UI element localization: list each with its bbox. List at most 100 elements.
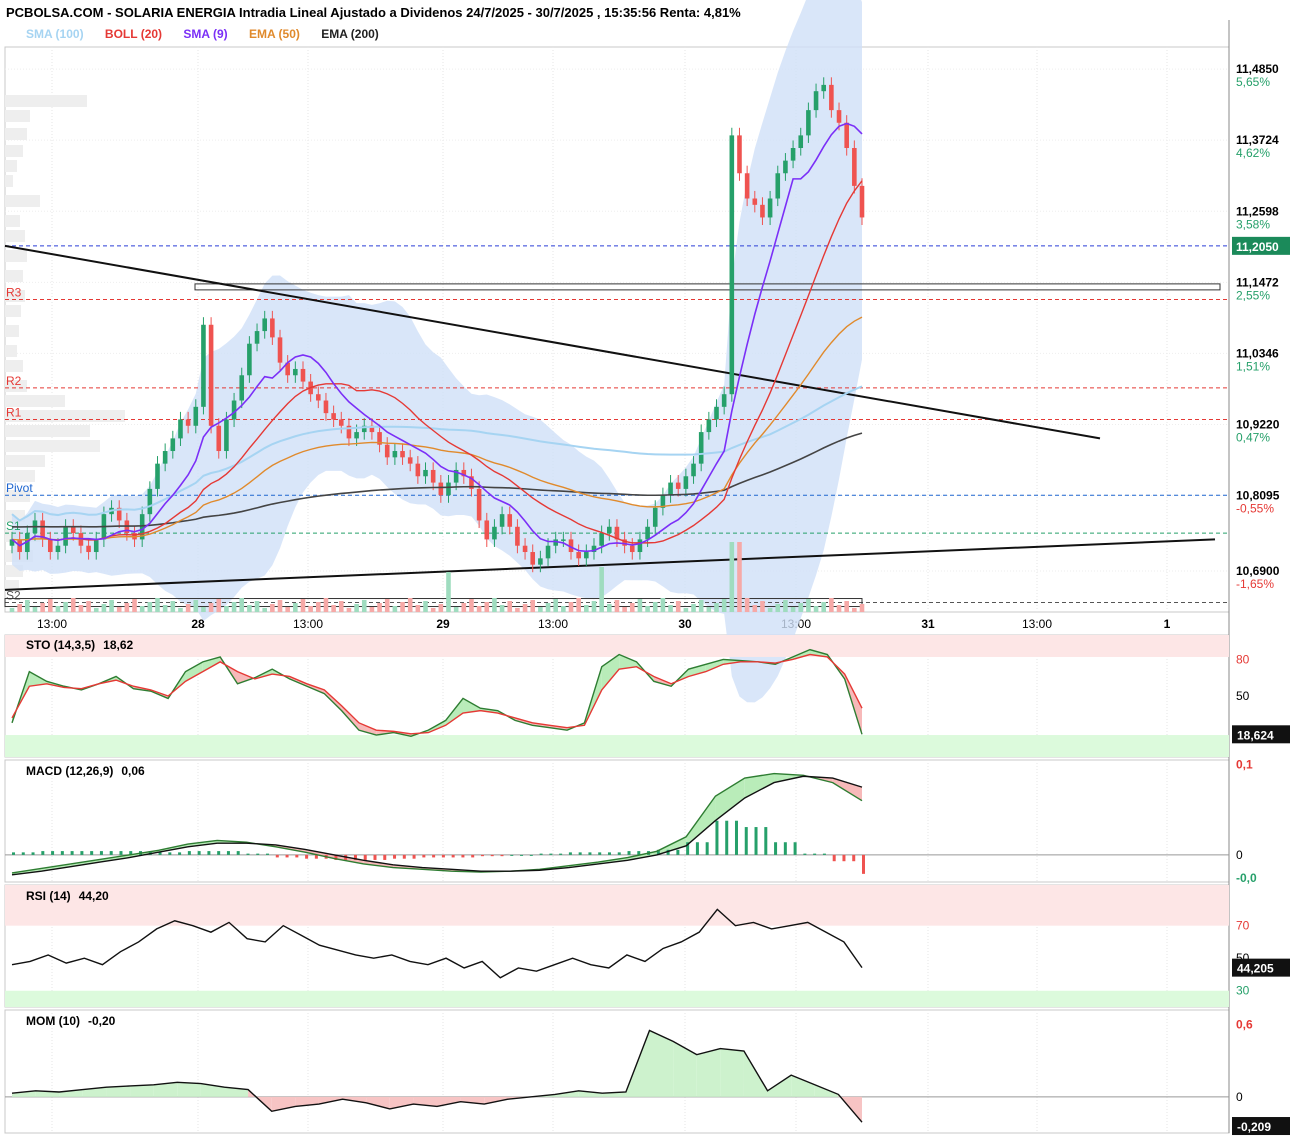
rsi-tick-70: 70 <box>1236 919 1250 933</box>
macd-histogram-bar <box>695 842 699 855</box>
sto-last-value: 18,624 <box>1237 728 1274 742</box>
mom-fill-segment <box>767 1075 792 1097</box>
candle-body <box>783 160 788 174</box>
macd-histogram-bar <box>627 851 631 855</box>
volume-bar <box>744 598 750 612</box>
sto-panel-title: STO (14,3,5) 18,62 <box>26 638 133 652</box>
candle-body <box>70 526 76 534</box>
volume-bar <box>645 606 650 612</box>
candle-body <box>201 324 206 407</box>
macd-histogram-bar <box>490 854 494 857</box>
volume-bar <box>652 602 658 612</box>
candle-body <box>798 135 804 149</box>
volume-bar <box>162 605 168 612</box>
candle-body <box>844 122 849 149</box>
macd-histogram-bar <box>41 851 45 855</box>
sto-tick-80: 80 <box>1236 652 1250 666</box>
volume-bar <box>101 604 107 612</box>
legend-sma9: SMA (9) <box>183 27 228 41</box>
volume-bar <box>239 598 245 612</box>
macd-histogram-bar <box>256 853 260 855</box>
volume-bar <box>316 602 321 612</box>
volume-bar <box>323 598 329 612</box>
volume-bar <box>438 604 444 612</box>
volume-bar <box>637 599 643 612</box>
price-pct-label: 0,47% <box>1236 431 1270 445</box>
volume-bar <box>109 600 114 612</box>
x-tick-label: 13:00 <box>293 617 323 631</box>
candle-body <box>530 552 536 565</box>
candle-body <box>224 419 229 452</box>
pivot-label-r3: R3 <box>6 286 22 300</box>
volume-bar <box>400 602 405 612</box>
last-price-label: 11,2050 <box>1236 240 1279 254</box>
sto-overbought-zone <box>5 635 1229 657</box>
macd-histogram-bar <box>578 852 582 855</box>
legend-ema50: EMA (50) <box>248 27 300 41</box>
candle-body <box>300 368 306 382</box>
volume-bar <box>124 603 130 612</box>
macd-histogram-bar <box>676 849 680 855</box>
macd-histogram-bar <box>402 854 406 859</box>
mom-fill-segment <box>696 1048 721 1097</box>
volume-bar <box>231 602 237 612</box>
x-tick-label: 13:00 <box>538 617 568 631</box>
price-tick-label: 10,6900 <box>1236 564 1280 578</box>
volume-bar <box>599 567 604 612</box>
candle-body <box>55 545 61 553</box>
volume-bar <box>576 598 581 612</box>
macd-tick-top: 0,1 <box>1236 758 1253 772</box>
volume-bar <box>484 602 490 612</box>
candle-body <box>384 444 390 458</box>
candle-body <box>323 400 329 414</box>
mom-panel-title: MOM (10) -0,20 <box>26 1014 115 1028</box>
candle-body <box>829 84 834 111</box>
volume-bar <box>331 605 336 612</box>
volume-bar <box>859 604 865 612</box>
price-pct-label: 3,58% <box>1236 217 1270 231</box>
volume-bar <box>47 599 53 612</box>
macd-histogram-bar <box>774 842 778 855</box>
x-tick-label: 13:00 <box>37 617 67 631</box>
volume-bar <box>538 607 543 612</box>
volume-bar <box>515 608 520 612</box>
volume-bar <box>293 603 298 612</box>
price-pct-label: -0,55% <box>1236 502 1274 516</box>
rsi-last-value: 44,205 <box>1237 962 1274 976</box>
macd-histogram-bar <box>275 854 279 858</box>
volume-bar <box>629 603 635 612</box>
macd-histogram-bar <box>80 851 84 855</box>
volume-profile-bar <box>5 410 125 422</box>
volume-bar <box>170 601 176 612</box>
macd-histogram-bar <box>119 851 123 855</box>
volume-profile-bar <box>5 470 35 482</box>
macd-histogram-bar <box>90 851 94 855</box>
candle-body <box>147 488 153 515</box>
volume-bar <box>285 607 290 612</box>
candle-body <box>629 545 635 553</box>
volume-bar <box>660 598 666 612</box>
price-tick-label: 11,4850 <box>1236 62 1279 76</box>
mom-fill-segment <box>177 1082 201 1097</box>
macd-fill-segment <box>686 796 716 846</box>
rsi-tick-30: 30 <box>1236 984 1250 998</box>
volume-bar <box>614 600 620 612</box>
macd-histogram-bar <box>793 842 797 855</box>
volume-bar <box>25 600 30 612</box>
macd-tick-zero: 0 <box>1236 848 1243 862</box>
mom-fill-segment <box>673 1041 697 1097</box>
volume-bar <box>55 606 61 612</box>
macd-histogram-bar <box>862 854 865 874</box>
macd-histogram-bar <box>393 854 397 859</box>
volume-bar <box>553 599 558 612</box>
macd-histogram-bar <box>510 854 514 856</box>
candle-body <box>331 413 336 420</box>
volume-profile-bar <box>5 95 87 107</box>
macd-histogram-bar <box>99 851 103 855</box>
candle-body <box>392 451 398 458</box>
candle-body <box>338 419 344 426</box>
volume-bar <box>132 599 137 612</box>
volume-bar <box>384 599 390 612</box>
volume-bar <box>254 601 260 612</box>
macd-histogram-bar <box>842 854 846 862</box>
